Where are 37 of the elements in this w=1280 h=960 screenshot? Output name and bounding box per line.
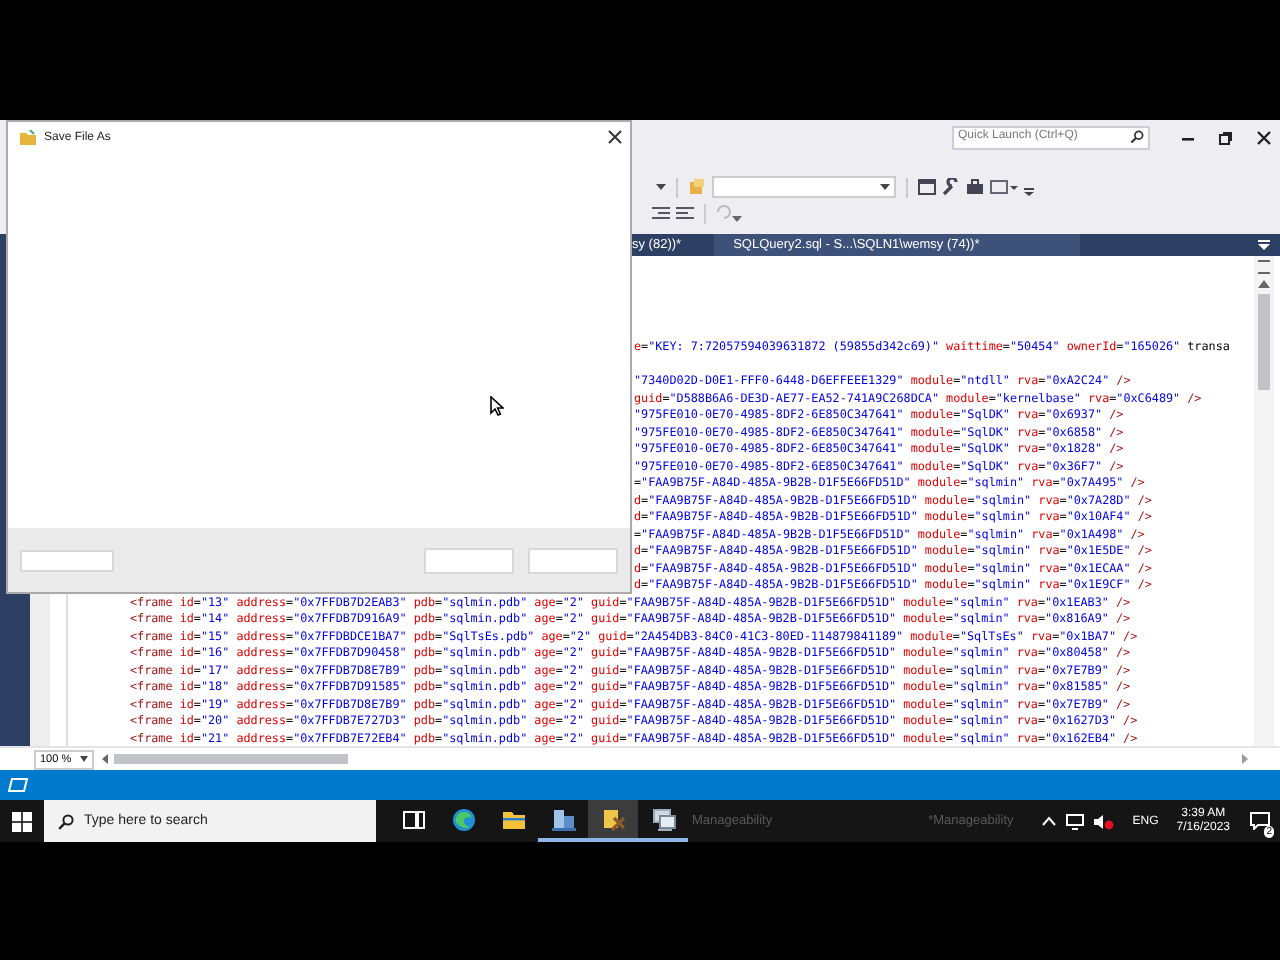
indent-icon[interactable] <box>652 204 670 222</box>
message-icon <box>1250 812 1270 830</box>
computer-icon <box>651 807 675 831</box>
muted-speaker-icon[interactable] <box>1094 813 1115 829</box>
folder-icon <box>20 129 36 145</box>
task-view-icon <box>401 807 425 831</box>
vertical-scrollbar[interactable] <box>1254 256 1274 746</box>
caret-icon <box>80 756 88 762</box>
panel-icon[interactable] <box>990 178 1018 196</box>
caret-icon <box>880 183 890 191</box>
scroll-right-icon[interactable] <box>1242 754 1248 764</box>
input-field[interactable] <box>20 549 114 571</box>
wrench-icon[interactable] <box>942 178 960 196</box>
scroll-left-icon[interactable] <box>102 754 108 764</box>
close-icon[interactable] <box>608 130 622 144</box>
window-icon[interactable] <box>918 178 936 196</box>
caret-icon[interactable] <box>656 183 666 191</box>
horizontal-scrollbar[interactable] <box>102 751 1248 767</box>
status-icon <box>8 778 28 792</box>
network-icon[interactable] <box>1066 813 1085 829</box>
tools-icon <box>601 807 625 831</box>
taskbar-button[interactable] <box>588 800 638 842</box>
close-icon[interactable] <box>1256 129 1272 145</box>
dropdown-icon[interactable] <box>1258 239 1270 251</box>
restore-icon[interactable] <box>1218 129 1234 145</box>
undo-icon[interactable] <box>716 204 742 222</box>
outdent-icon[interactable] <box>676 204 694 222</box>
cursor-icon <box>490 396 504 416</box>
search-icon <box>58 813 74 829</box>
windows-icon <box>12 811 32 831</box>
chevron-up-icon[interactable] <box>1042 816 1057 826</box>
search-icon <box>1130 130 1144 144</box>
toolbox-icon[interactable] <box>966 178 984 196</box>
scroll-up-icon[interactable] <box>1258 280 1270 288</box>
folder-icon <box>501 807 525 831</box>
server-icon <box>551 807 575 831</box>
browser-icon <box>451 807 475 831</box>
